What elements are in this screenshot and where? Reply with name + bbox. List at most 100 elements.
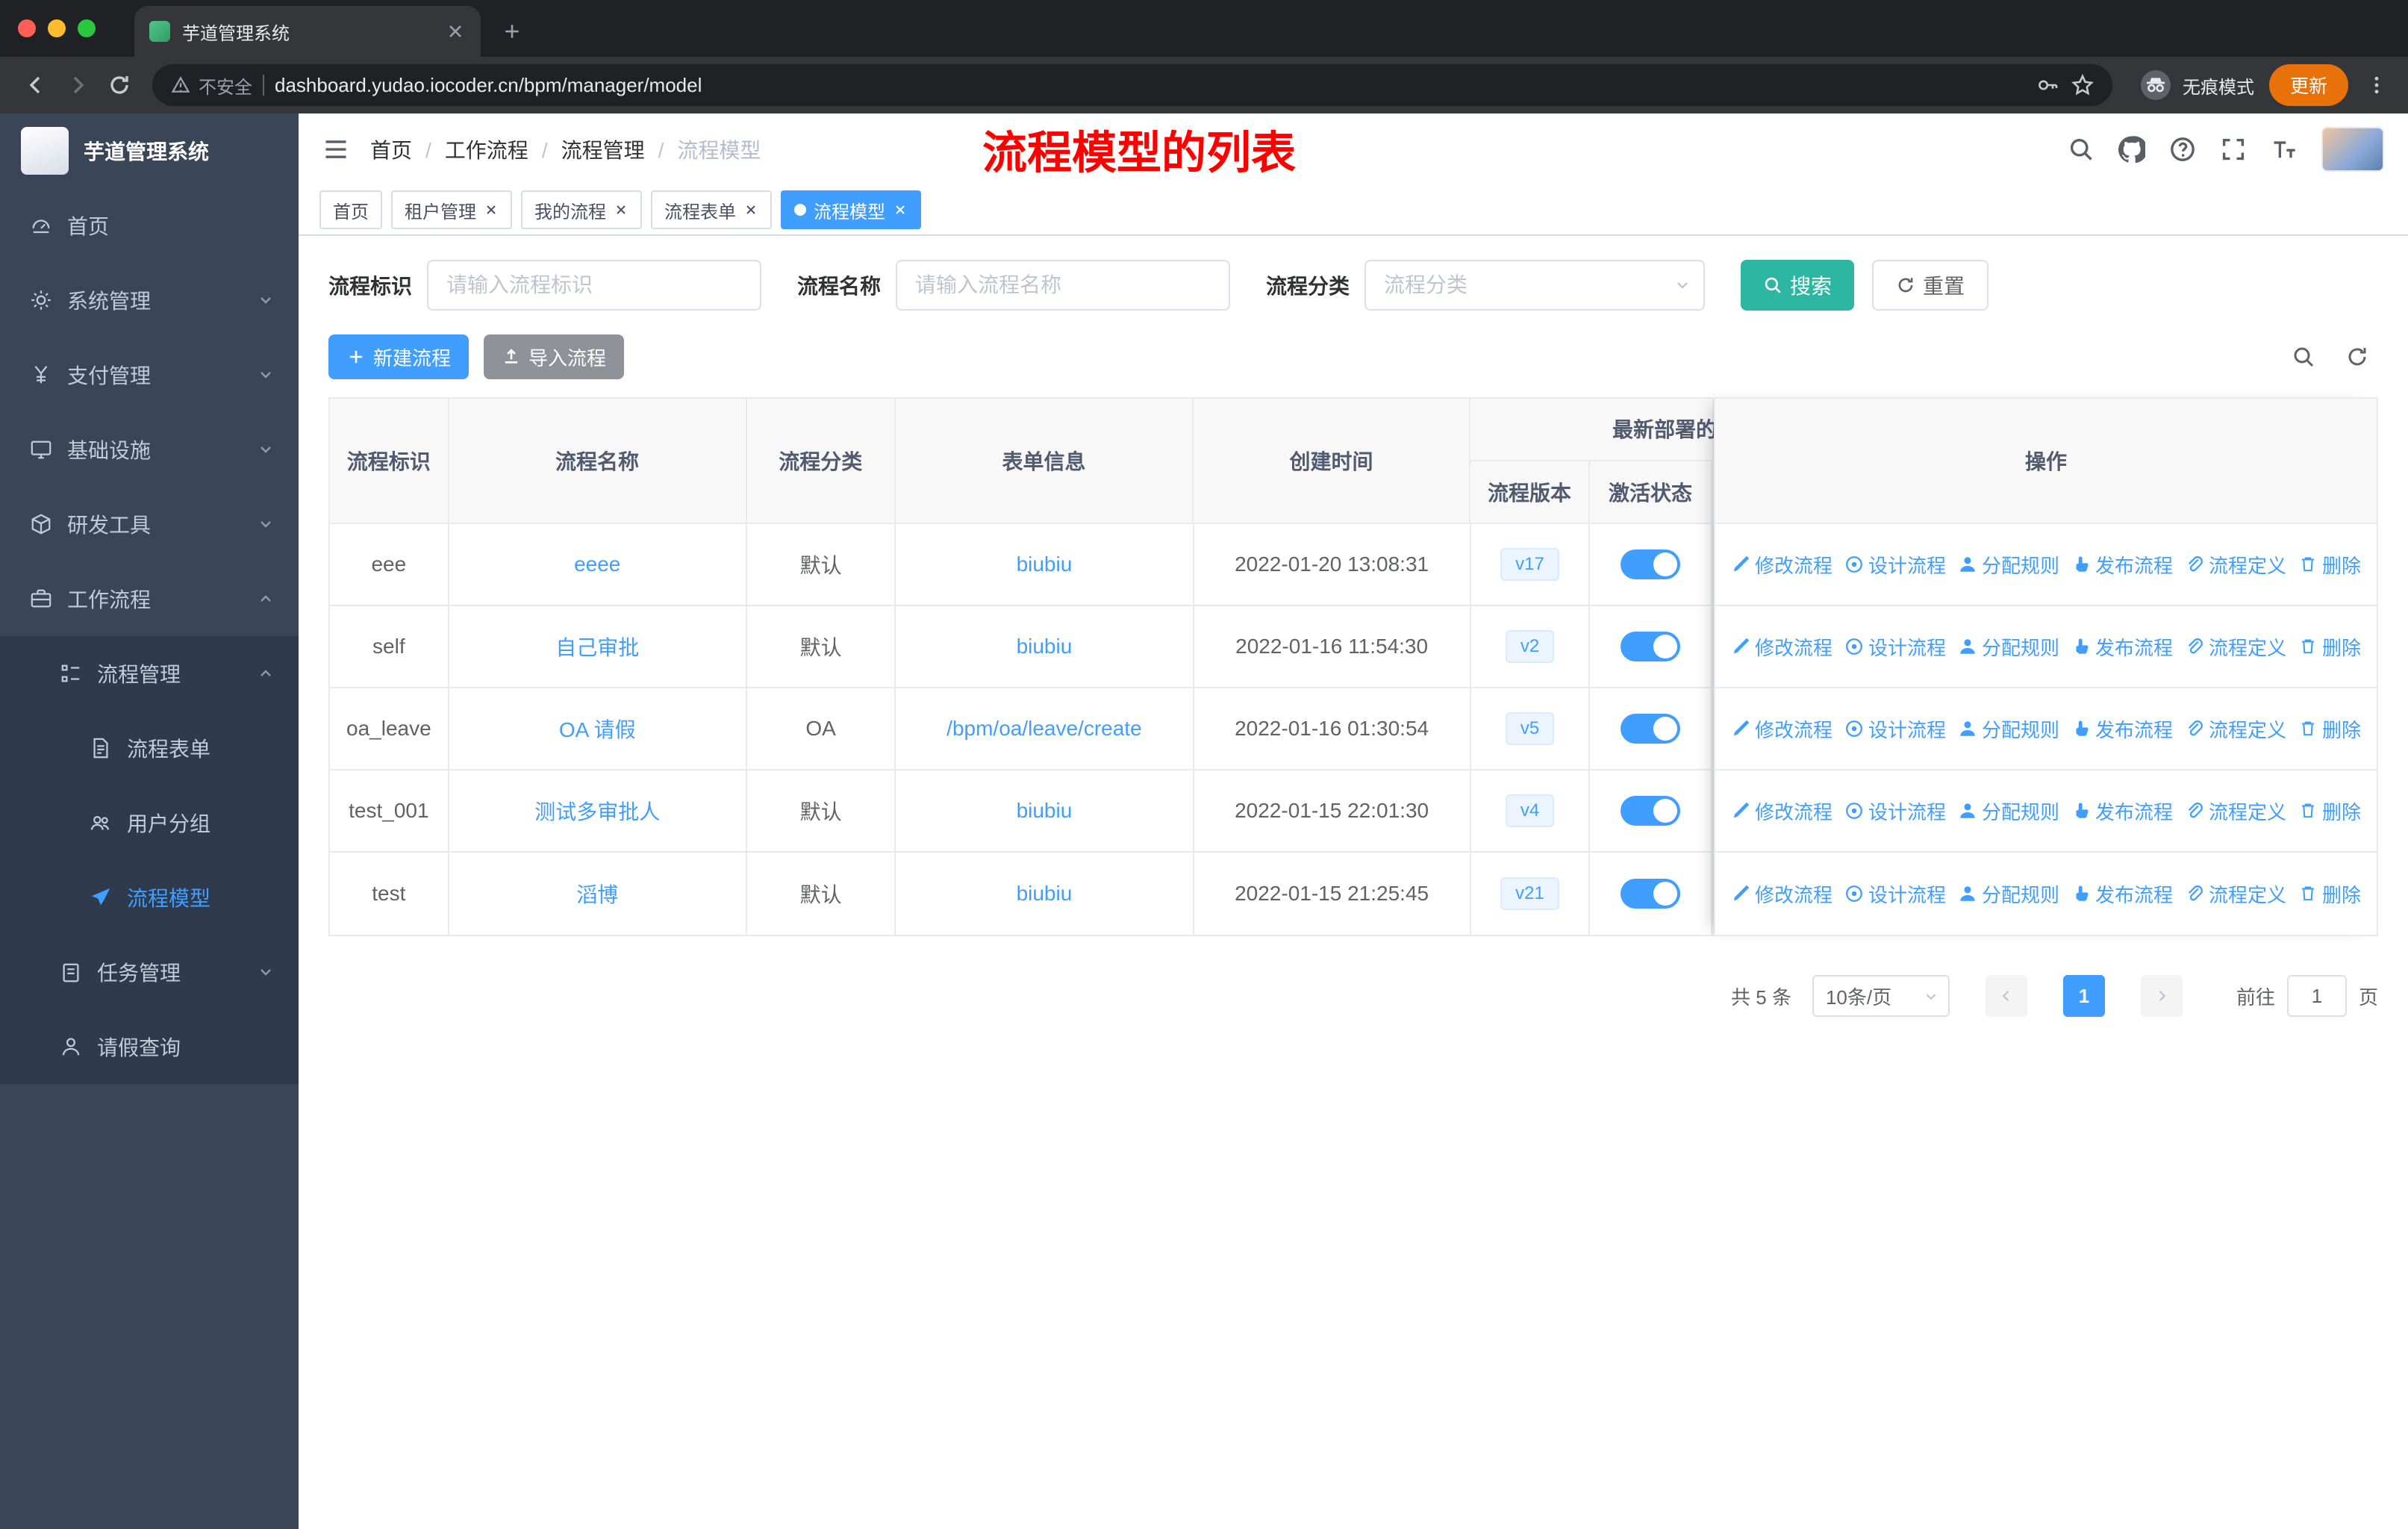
form-info-link[interactable]: biubiu (1017, 635, 1073, 658)
action-design[interactable]: 设计流程 (1844, 797, 1946, 825)
sidebar-item-process-form[interactable]: 流程表单 (0, 711, 299, 785)
sidebar-item-payment[interactable]: 支付管理 (0, 337, 299, 412)
address-bar[interactable]: 不安全 dashboard.yudao.iocoder.cn/bpm/manag… (152, 64, 2112, 106)
action-definition[interactable]: 流程定义 (2185, 715, 2286, 743)
action-publish[interactable]: 发布流程 (2071, 797, 2173, 825)
action-edit[interactable]: 修改流程 (1731, 880, 1832, 908)
forward-button[interactable] (57, 64, 99, 106)
page-size-value[interactable] (1812, 975, 1950, 1017)
browser-update-button[interactable]: 更新 (2268, 64, 2348, 106)
action-assign-rule[interactable]: 分配规则 (1958, 633, 2059, 661)
action-delete[interactable]: 删除 (2298, 551, 2361, 579)
action-publish[interactable]: 发布流程 (2071, 715, 2173, 743)
process-name-link[interactable]: eeee (574, 552, 620, 576)
reload-button[interactable] (99, 64, 140, 106)
close-icon[interactable] (484, 202, 499, 217)
sidebar-item-workflow[interactable]: 工作流程 (0, 561, 299, 636)
active-toggle[interactable] (1621, 632, 1681, 661)
active-toggle[interactable] (1621, 714, 1681, 744)
action-assign-rule[interactable]: 分配规则 (1958, 797, 2059, 825)
header-search-button[interactable] (2068, 136, 2094, 163)
action-definition[interactable]: 流程定义 (2185, 633, 2286, 661)
action-publish[interactable]: 发布流程 (2071, 551, 2173, 579)
create-process-button[interactable]: 新建流程 (328, 334, 470, 379)
tab-close-icon[interactable] (445, 21, 466, 42)
sidebar-collapse-button[interactable] (322, 136, 349, 163)
sidebar-item-home[interactable]: 首页 (0, 188, 299, 263)
sidebar-item-infra[interactable]: 基础设施 (0, 412, 299, 487)
window-zoom-button[interactable] (78, 19, 96, 37)
action-assign-rule[interactable]: 分配规则 (1958, 880, 2059, 908)
search-button[interactable]: 搜索 (1741, 260, 1855, 311)
close-icon[interactable] (743, 202, 758, 217)
action-definition[interactable]: 流程定义 (2185, 797, 2286, 825)
font-size-button[interactable] (2271, 136, 2298, 163)
sidebar-item-devtools[interactable]: 研发工具 (0, 487, 299, 561)
breadcrumb-item[interactable]: 首页 (370, 134, 412, 164)
github-link[interactable] (2118, 136, 2145, 163)
form-info-link[interactable]: /bpm/oa/leave/create (946, 717, 1142, 741)
action-definition[interactable]: 流程定义 (2185, 551, 2286, 579)
action-edit[interactable]: 修改流程 (1731, 797, 1832, 825)
tag-tenant[interactable]: 租户管理 (391, 190, 512, 229)
action-assign-rule[interactable]: 分配规则 (1958, 715, 2059, 743)
user-avatar[interactable] (2321, 127, 2384, 172)
action-publish[interactable]: 发布流程 (2071, 633, 2173, 661)
action-design[interactable]: 设计流程 (1844, 880, 1946, 908)
current-page[interactable]: 1 (2062, 975, 2105, 1017)
process-id-input[interactable] (427, 260, 762, 311)
help-button[interactable] (2169, 136, 2196, 163)
breadcrumb-item[interactable]: 流程管理 (528, 134, 645, 164)
action-design[interactable]: 设计流程 (1844, 551, 1946, 579)
active-toggle[interactable] (1621, 549, 1681, 579)
password-key-icon[interactable] (2036, 73, 2060, 97)
action-delete[interactable]: 删除 (2298, 715, 2361, 743)
process-name-link[interactable]: 自己审批 (555, 632, 639, 661)
goto-page-input[interactable] (2286, 975, 2347, 1017)
process-name-link[interactable]: OA 请假 (559, 714, 636, 744)
action-design[interactable]: 设计流程 (1844, 633, 1946, 661)
active-toggle[interactable] (1621, 796, 1681, 826)
action-delete[interactable]: 删除 (2298, 880, 2361, 908)
new-tab-button[interactable] (493, 12, 531, 51)
sidebar-item-leave-query[interactable]: 请假查询 (0, 1009, 299, 1084)
breadcrumb-item[interactable]: 工作流程 (412, 134, 528, 164)
process-name-link[interactable]: 滔博 (576, 879, 618, 909)
process-name-link[interactable]: 测试多审批人 (534, 796, 660, 826)
tag-home[interactable]: 首页 (319, 190, 382, 229)
tag-process-model[interactable]: 流程模型 (781, 190, 921, 229)
sidebar-item-system[interactable]: 系统管理 (0, 263, 299, 337)
browser-menu-button[interactable] (2360, 69, 2393, 102)
next-page-button[interactable] (2140, 975, 2183, 1017)
close-icon[interactable] (614, 202, 628, 217)
security-indicator[interactable]: 不安全 (170, 72, 252, 99)
action-assign-rule[interactable]: 分配规则 (1958, 551, 2059, 579)
process-name-input[interactable] (896, 260, 1231, 311)
prev-page-button[interactable] (1985, 975, 2027, 1017)
action-delete[interactable]: 删除 (2298, 633, 2361, 661)
action-edit[interactable]: 修改流程 (1731, 551, 1832, 579)
reset-button[interactable]: 重置 (1872, 260, 1989, 311)
action-delete[interactable]: 删除 (2298, 797, 2361, 825)
action-edit[interactable]: 修改流程 (1731, 633, 1832, 661)
table-search-toggle-icon[interactable] (2292, 345, 2315, 369)
browser-tab[interactable]: 芋道管理系统 (134, 6, 481, 57)
tag-process-form[interactable]: 流程表单 (651, 190, 772, 229)
active-toggle[interactable] (1621, 879, 1681, 909)
action-edit[interactable]: 修改流程 (1731, 715, 1832, 743)
sidebar-item-process-model[interactable]: 流程模型 (0, 860, 299, 935)
close-icon[interactable] (893, 202, 908, 217)
action-publish[interactable]: 发布流程 (2071, 880, 2173, 908)
incognito-indicator[interactable]: 无痕模式 (2139, 69, 2254, 102)
table-refresh-icon[interactable] (2345, 345, 2369, 369)
bookmark-star-icon[interactable] (2071, 73, 2094, 97)
form-info-link[interactable]: biubiu (1017, 799, 1073, 823)
back-button[interactable] (15, 64, 57, 106)
form-info-link[interactable]: biubiu (1017, 552, 1073, 576)
action-definition[interactable]: 流程定义 (2185, 880, 2286, 908)
fullscreen-button[interactable] (2220, 136, 2247, 163)
window-close-button[interactable] (18, 19, 36, 37)
import-process-button[interactable]: 导入流程 (484, 334, 625, 379)
form-info-link[interactable]: biubiu (1017, 882, 1073, 906)
sidebar-item-process-mgmt[interactable]: 流程管理 (0, 636, 299, 711)
